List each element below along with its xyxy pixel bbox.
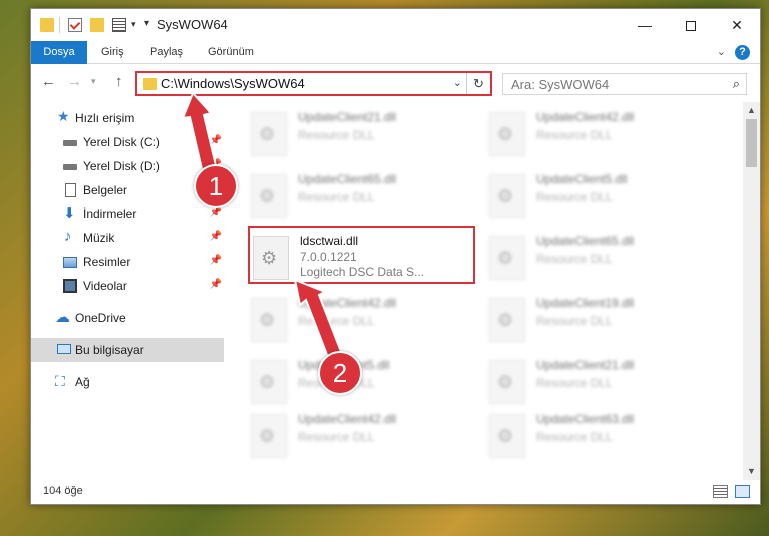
gear-icon: ⚙ — [497, 426, 514, 446]
recent-locations-icon[interactable]: ▾ — [91, 76, 96, 87]
up-arrow-icon[interactable]: ↑ — [115, 73, 123, 90]
gear-icon: ⚙ — [497, 372, 514, 392]
gear-icon: ⚙ — [497, 310, 514, 330]
file-item[interactable]: ⚙ UpdateClient42.dll Resource DLL — [236, 292, 461, 348]
gear-icon: ⚙ — [259, 124, 276, 144]
ribbon-tabs: Dosya Giriş Paylaş Görünüm ⌄ ? — [31, 41, 760, 64]
details-view-icon[interactable] — [713, 485, 728, 498]
close-button[interactable]: ✕ — [714, 9, 760, 41]
status-bar: 104 öğe — [31, 480, 760, 504]
network-icon: ⛶ — [55, 373, 65, 389]
search-input[interactable]: Ara: SysWOW64 ⌕ — [502, 73, 747, 95]
gear-icon: ⚙ — [497, 124, 514, 144]
step-badge-1: 1 — [194, 164, 238, 208]
address-bar[interactable]: C:\Windows\SysWOW64 ⌄ ↻ — [135, 71, 492, 96]
document-icon — [65, 183, 76, 197]
video-icon — [63, 279, 77, 293]
chevron-down-icon[interactable]: ▾ — [131, 19, 136, 30]
step-badge-2: 2 — [318, 351, 362, 395]
computer-icon — [57, 344, 71, 354]
minimize-button[interactable]: — — [622, 9, 668, 41]
pin-icon[interactable]: 📌 — [210, 279, 222, 290]
pin-icon[interactable]: 📌 — [210, 255, 222, 266]
file-item[interactable]: ⚙ UpdateClient42.dll Resource DLL — [236, 408, 461, 464]
file-item[interactable]: ⚙ UpdateClient21.dll Resource DLL — [236, 106, 461, 162]
sidebar-item-disk-d[interactable]: Yerel Disk (D:) 📌 — [31, 154, 224, 178]
file-item[interactable]: ⚙ UpdateClient65.dll Resource DLL — [236, 168, 461, 224]
main-area: ★ Hızlı erişim Yerel Disk (C:) 📌 Yerel D… — [31, 102, 760, 480]
file-item[interactable]: ⚙ UpdateClient65.dll Resource DLL — [474, 230, 699, 286]
scroll-thumb[interactable] — [746, 119, 757, 167]
folder-icon[interactable] — [40, 18, 54, 32]
properties-check-icon[interactable] — [68, 18, 82, 32]
drive-icon — [63, 164, 77, 170]
file-item[interactable]: ⚙ UpdateClient42.dll Resource DLL — [474, 106, 699, 162]
gear-icon: ⚙ — [497, 186, 514, 206]
address-path[interactable]: C:\Windows\SysWOW64 — [161, 76, 305, 91]
cloud-icon: ☁ — [55, 309, 70, 326]
file-item[interactable]: ⚙ UpdateClient19.dll Resource DLL — [474, 292, 699, 348]
sidebar-item-pictures[interactable]: Resimler 📌 — [31, 250, 224, 274]
pin-icon[interactable]: 📌 — [210, 135, 222, 146]
file-list: ⚙ UpdateClient21.dll Resource DLL ⚙ Upda… — [236, 102, 743, 480]
scroll-down-icon[interactable]: ▼ — [743, 463, 760, 480]
tab-file[interactable]: Dosya — [31, 41, 87, 64]
pin-icon[interactable]: 📌 — [210, 231, 222, 242]
gear-icon: ⚙ — [259, 186, 276, 206]
title-bar: ▾ ▾ SysWOW64 — ✕ — [31, 9, 760, 41]
folder-icon — [143, 78, 157, 90]
address-row: ← → ▾ ↑ C:\Windows\SysWOW64 ⌄ ↻ Ara: Sys… — [31, 64, 760, 102]
divider — [59, 17, 60, 33]
tab-share[interactable]: Paylaş — [140, 41, 193, 64]
scroll-up-icon[interactable]: ▲ — [743, 102, 760, 119]
sidebar-item-music[interactable]: ♪ Müzik 📌 — [31, 226, 224, 250]
item-count: 104 öğe — [43, 485, 83, 497]
highlight-box — [248, 226, 475, 284]
navigation-pane: ★ Hızlı erişim Yerel Disk (C:) 📌 Yerel D… — [31, 102, 224, 480]
star-icon: ★ — [57, 108, 70, 124]
vertical-scrollbar[interactable]: ▲ ▼ — [743, 102, 760, 480]
refresh-icon[interactable]: ↻ — [466, 73, 490, 94]
sidebar-item-onedrive[interactable]: ☁ OneDrive — [31, 306, 224, 330]
large-icons-view-icon[interactable] — [735, 485, 750, 498]
expand-ribbon-icon[interactable]: ⌄ — [717, 45, 726, 58]
gear-icon: ⚙ — [259, 426, 276, 446]
chevron-down-icon[interactable]: ⌄ — [453, 76, 462, 89]
sidebar-item-downloads[interactable]: ⬇ İndirmeler 📌 — [31, 202, 224, 226]
maximize-icon — [686, 21, 696, 32]
download-icon: ⬇ — [63, 205, 76, 222]
file-item[interactable]: ⚙ UpdateClient21.dll Resource DLL — [474, 354, 699, 410]
back-arrow-icon[interactable]: ← — [41, 73, 56, 90]
gear-icon: ⚙ — [497, 248, 514, 268]
sidebar-item-network[interactable]: ⛶ Ağ — [31, 370, 224, 394]
sidebar-item-videos[interactable]: Videolar 📌 — [31, 274, 224, 298]
maximize-button[interactable] — [668, 9, 714, 41]
forward-arrow-icon[interactable]: → — [67, 73, 82, 90]
pictures-icon — [63, 257, 77, 268]
file-item[interactable]: ⚙ UpdateClient63.dll Resource DLL — [474, 408, 699, 464]
search-placeholder: Ara: SysWOW64 — [511, 77, 610, 92]
tab-view[interactable]: Görünüm — [198, 41, 264, 64]
music-icon: ♪ — [64, 228, 72, 245]
properties-icon[interactable] — [112, 18, 126, 32]
file-item[interactable]: ⚙ UpdateClient5.dll Resource DLL — [474, 168, 699, 224]
new-folder-icon[interactable] — [90, 18, 104, 32]
gear-icon: ⚙ — [259, 372, 276, 392]
sidebar-item-this-pc[interactable]: Bu bilgisayar — [31, 338, 224, 362]
help-icon[interactable]: ? — [735, 45, 750, 60]
sidebar-item-quick-access[interactable]: ★ Hızlı erişim — [31, 106, 224, 130]
gear-icon: ⚙ — [259, 310, 276, 330]
pin-icon[interactable]: 📌 — [210, 207, 222, 218]
customize-toolbar-icon[interactable]: ▾ — [144, 18, 149, 29]
window-title: SysWOW64 — [157, 17, 228, 32]
tab-home[interactable]: Giriş — [91, 41, 134, 64]
search-icon[interactable]: ⌕ — [733, 76, 740, 92]
sidebar-item-disk-c[interactable]: Yerel Disk (C:) 📌 — [31, 130, 224, 154]
drive-icon — [63, 140, 77, 146]
